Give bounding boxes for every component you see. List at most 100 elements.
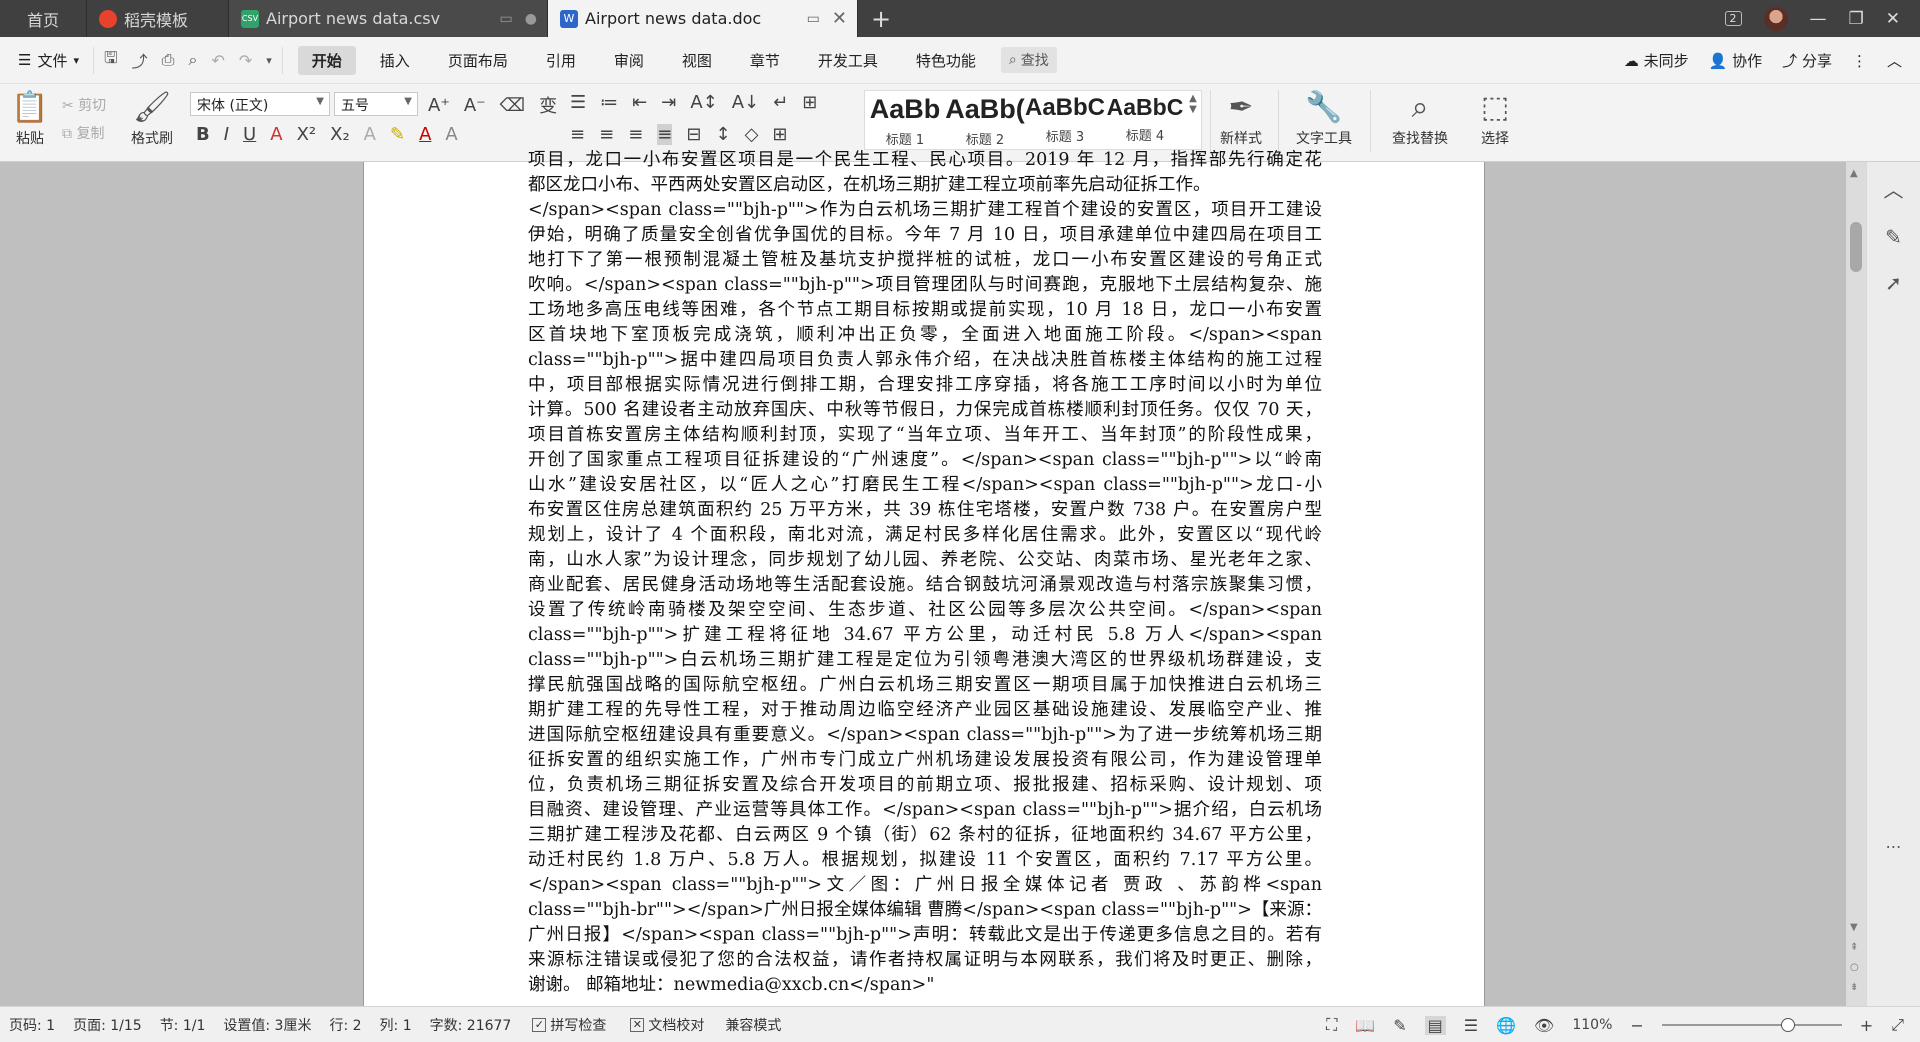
document-line[interactable]: class=""bjh-p"">据中建四局项目负责人郭永伟介绍，在决战决胜首栋楼… xyxy=(528,348,1322,373)
print-preview-icon[interactable]: ⌕ xyxy=(188,50,197,70)
chinese-layout-icon[interactable]: A↕ xyxy=(690,92,717,113)
char-shading-icon[interactable]: A xyxy=(445,124,457,145)
document-line[interactable]: 区首块地下室顶板完成浇筑，顺利冲出正负零，全面进入地面施工阶段。</span><… xyxy=(528,323,1322,348)
font-color-icon[interactable]: A xyxy=(419,124,431,145)
document-line[interactable]: 中，项目部根据实际情况进行倒排工期，合理安排工序穿插，将各施工工序时间以小时为单… xyxy=(528,373,1322,398)
outline-view-icon[interactable]: ☰ xyxy=(1464,1016,1478,1035)
bullets-icon[interactable]: ☰ xyxy=(570,92,586,113)
borders-icon[interactable]: ⊞ xyxy=(772,124,787,145)
zoom-level[interactable]: 110% xyxy=(1572,1017,1612,1033)
distribute-icon[interactable]: ⊟ xyxy=(686,124,701,145)
document-line[interactable]: 位，负责机场三期征拆安置及综合开发项目的前期立项、报批报建、招标采购、设计规划、… xyxy=(528,773,1322,798)
numbering-icon[interactable]: ≔ xyxy=(600,92,618,113)
phonetic-icon[interactable]: 变 xyxy=(539,92,557,118)
table-tools-icon[interactable]: ⊞ xyxy=(802,92,817,113)
tab-pin-icon[interactable]: ▭ xyxy=(500,11,513,27)
italic-icon[interactable]: I xyxy=(224,124,229,145)
increase-indent-icon[interactable]: ⇥ xyxy=(661,92,676,113)
document-line[interactable]: 目融资、建设管理、产业运营等具体工作。</span><span class=""… xyxy=(528,798,1322,823)
document-line[interactable]: 都区龙口小布、平西两处安置区启动区，在机场三期扩建工程立项前率先启动征拆工作。 xyxy=(528,173,1322,198)
tab-dot-icon[interactable]: ● xyxy=(525,11,537,27)
fit-page-icon[interactable]: ⤢ xyxy=(1891,1015,1904,1035)
scroll-down-icon[interactable]: ▼ xyxy=(1850,922,1858,933)
document-line[interactable]: </span><span class=""bjh-p"">文／图：广州日报全媒体… xyxy=(528,873,1322,898)
menu-tab-review[interactable]: 审阅 xyxy=(600,46,658,75)
spell-check-toggle[interactable]: ✓ 拼写检查 xyxy=(520,1015,618,1035)
format-painter-button[interactable]: 🖌 格式刷 xyxy=(126,88,178,148)
customize-icon[interactable]: ▾ xyxy=(266,54,272,67)
tab-template[interactable]: 稻壳模板 xyxy=(87,0,229,37)
status-pages[interactable]: 页面: 1/15 xyxy=(64,1015,151,1035)
document-line[interactable]: 谢谢。 邮箱地址：newmedia@xxcb.cn</span>" xyxy=(528,973,1322,998)
status-setting[interactable]: 设置值: 3厘米 xyxy=(214,1015,320,1035)
subscript-icon[interactable]: X₂ xyxy=(330,124,350,145)
shrink-font-icon[interactable]: A⁻ xyxy=(464,95,486,116)
text-effect-icon[interactable]: A xyxy=(364,124,376,145)
new-style-button[interactable]: ✒ 新样式 xyxy=(1212,88,1270,148)
style-heading-4[interactable]: AaBbC 标题 4 xyxy=(1105,91,1185,149)
status-section[interactable]: 节: 1/1 xyxy=(151,1015,215,1035)
document-line[interactable]: 撑民航强国战略的国际航空枢纽。广州白云机场三期安置区一期项目属于加快推进白云机场… xyxy=(528,673,1322,698)
proofread-toggle[interactable]: ✕ 文档校对 xyxy=(618,1015,716,1035)
zoom-slider[interactable] xyxy=(1661,1018,1842,1032)
font-size-select[interactable]: 五号 ▼ xyxy=(334,92,418,116)
document-line[interactable]: 开创了国家重点工程项目征拆建设的“广州速度”。</span><span clas… xyxy=(528,448,1322,473)
status-page-code[interactable]: 页码: 1 xyxy=(0,1015,64,1035)
document-line[interactable]: 进国际航空枢纽建设具有重要意义。</span><span class=""bjh… xyxy=(528,723,1322,748)
print-icon[interactable]: ⎙ xyxy=(162,50,175,70)
document-line[interactable]: 规划上，设计了 4 个面积段，南北对流，满足村民多样化居住需求。此外，安置区以“… xyxy=(528,523,1322,548)
status-word-count[interactable]: 字数: 21677 xyxy=(421,1015,521,1035)
reading-mode-icon[interactable]: 📖 xyxy=(1355,1016,1375,1035)
menu-search[interactable]: ⌕ 查找 xyxy=(1000,47,1057,73)
document-line[interactable]: class=""bjh-p"">扩建工程将征地 34.67 平方公里，动迁村民 … xyxy=(528,623,1322,648)
arrow-up-icon[interactable]: ︿ xyxy=(1884,174,1904,203)
next-page-icon[interactable]: ⇟ xyxy=(1850,982,1858,993)
style-heading-3[interactable]: AaBbC 标题 3 xyxy=(1025,91,1105,149)
write-mode-icon[interactable]: ✎ xyxy=(1393,1016,1406,1035)
tab-doc[interactable]: W Airport news data.doc ▭ ✕ xyxy=(548,0,858,37)
save-icon[interactable]: 🖫 xyxy=(104,47,118,74)
undo-icon[interactable]: ↶ xyxy=(211,51,224,70)
page-view-icon[interactable]: ▤ xyxy=(1424,1015,1446,1035)
more-icon[interactable]: ⋮ xyxy=(1852,52,1867,70)
align-center-icon[interactable]: ≡ xyxy=(599,124,614,145)
document-line[interactable]: 广州日报】</span><span class=""bjh-p"">声明：转载此… xyxy=(528,923,1322,948)
bold-icon[interactable]: B xyxy=(196,124,210,145)
style-heading-2[interactable]: AaBb(标题 2 xyxy=(945,91,1025,149)
export-icon[interactable]: ⤴ xyxy=(132,48,148,72)
document-body[interactable]: 项目，龙口一小布安置区项目是一个民生工程、民心项目。2019 年 12 月，指挥… xyxy=(528,148,1322,998)
document-line[interactable]: 项目首栋安置房主体结构顺利封顶，实现了“当年立项、当年开工、当年封顶”的阶段性成… xyxy=(528,423,1322,448)
window-count-badge[interactable]: 2 xyxy=(1724,11,1742,26)
menu-tab-insert[interactable]: 插入 xyxy=(366,46,424,75)
document-line[interactable]: 动迁村民约 1.8 万户、5.8 万人。根据规划，拟建设 11 个安置区，面积约… xyxy=(528,848,1322,873)
sort-icon[interactable]: A↓ xyxy=(732,92,759,113)
document-page[interactable]: 项目，龙口一小布安置区项目是一个民生工程、民心项目。2019 年 12 月，指挥… xyxy=(363,150,1485,1006)
line-spacing-icon[interactable]: ↕ xyxy=(715,124,730,145)
fullscreen-icon[interactable]: ⛶ xyxy=(1326,1015,1337,1035)
justify-icon[interactable]: ≡ xyxy=(657,124,673,145)
show-marks-icon[interactable]: ↵ xyxy=(773,92,788,113)
edit-pen-icon[interactable]: ✎ xyxy=(1885,225,1902,249)
document-line[interactable]: class=""bjh-br""></span>广州日报全媒体编辑 曹腾</sp… xyxy=(528,898,1322,923)
style-gallery-scroll[interactable]: ▲ ▼ xyxy=(1185,91,1201,149)
status-row[interactable]: 行: 2 xyxy=(320,1015,370,1035)
tab-close-icon[interactable]: ✕ xyxy=(832,8,847,29)
scrollbar-thumb[interactable] xyxy=(1850,222,1862,272)
pointer-icon[interactable]: ➚ xyxy=(1885,271,1902,295)
document-line[interactable]: 商业配套、居民健身活动场地等生活配套设施。结合钢鼓坑河涌景观改造与村落宗族聚集习… xyxy=(528,573,1322,598)
more-options-icon[interactable]: ⋯ xyxy=(1886,837,1902,856)
close-window-icon[interactable]: ✕ xyxy=(1886,9,1900,29)
superscript-icon[interactable]: X² xyxy=(297,124,317,145)
prev-page-icon[interactable]: ⇞ xyxy=(1850,942,1858,953)
find-replace-button[interactable]: ⌕ 查找替换 xyxy=(1380,88,1460,148)
grow-font-icon[interactable]: A⁺ xyxy=(428,95,450,116)
minimize-icon[interactable]: — xyxy=(1810,9,1827,29)
document-line[interactable]: 南，山水人家”为设计理念，同步规划了幼儿园、养老院、公交站、肉菜市场、星光老年之… xyxy=(528,548,1322,573)
tab-home[interactable]: 首页 xyxy=(0,0,87,37)
select-button[interactable]: ⬚ 选择 xyxy=(1470,88,1520,148)
new-tab-button[interactable]: + xyxy=(858,0,904,37)
user-avatar[interactable] xyxy=(1763,6,1788,31)
share-button[interactable]: ⤴ 分享 xyxy=(1782,50,1832,71)
cut-button[interactable]: ✂ 剪切 xyxy=(62,92,106,120)
zoom-out-icon[interactable]: − xyxy=(1630,1016,1643,1035)
